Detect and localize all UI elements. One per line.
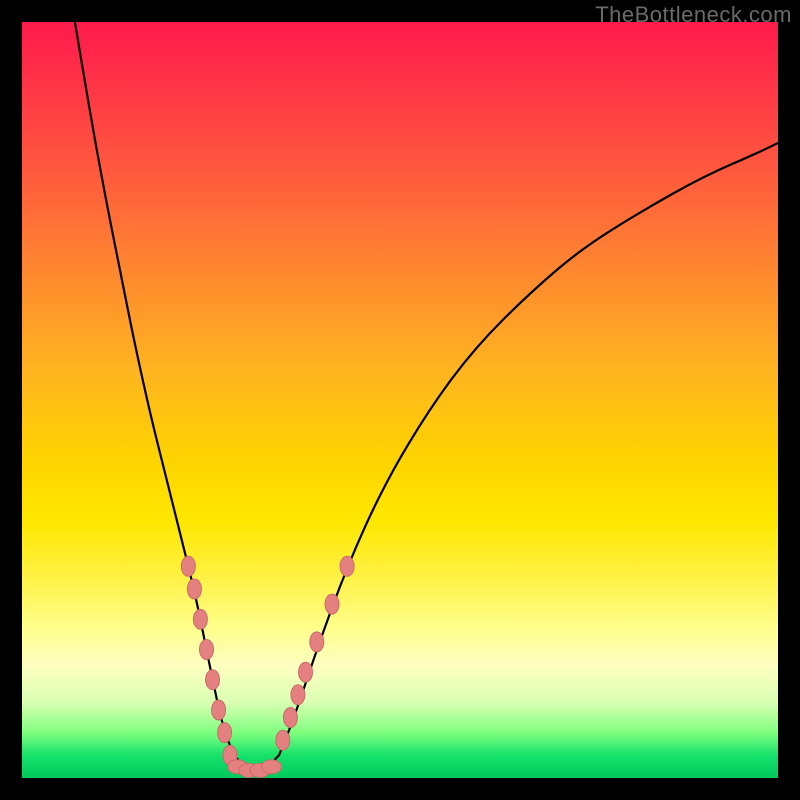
plot-area xyxy=(22,22,778,778)
data-marker xyxy=(340,556,354,576)
data-marker xyxy=(291,685,305,705)
data-marker xyxy=(212,700,226,720)
chart-svg xyxy=(22,22,778,778)
data-marker xyxy=(193,609,207,629)
marker-dots xyxy=(181,556,354,777)
data-marker xyxy=(181,556,195,576)
data-marker xyxy=(187,579,201,599)
data-marker xyxy=(218,723,232,743)
data-marker xyxy=(310,632,324,652)
data-marker xyxy=(262,760,282,774)
outer-frame: TheBottleneck.com xyxy=(0,0,800,800)
data-marker xyxy=(206,670,220,690)
data-marker xyxy=(283,708,297,728)
data-marker xyxy=(299,662,313,682)
curve-line xyxy=(75,22,778,770)
data-marker xyxy=(276,730,290,750)
data-marker xyxy=(325,594,339,614)
data-marker xyxy=(200,640,214,660)
bottleneck-curve xyxy=(75,22,778,770)
